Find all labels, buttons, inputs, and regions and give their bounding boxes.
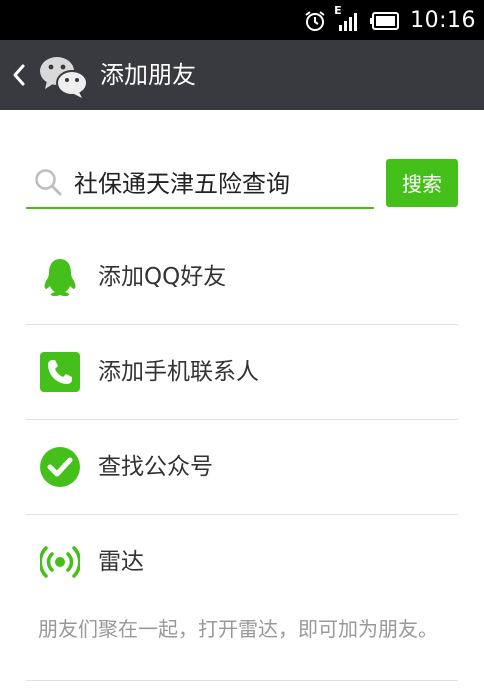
menu-item-radar[interactable]: 雷达 [26, 515, 458, 609]
wechat-logo-icon [40, 57, 88, 98]
alarm-icon [305, 11, 325, 31]
menu-item-label: 查找公众号 [98, 454, 213, 480]
action-bar: 添加朋友 [0, 40, 484, 110]
battery-icon [370, 12, 400, 30]
search-input[interactable] [74, 163, 370, 199]
divider [26, 680, 458, 681]
checkmark-circle-icon [40, 447, 80, 487]
search-icon [35, 169, 62, 196]
radar-description: 朋友们聚在一起，打开雷达，即可加为朋友。 [38, 617, 438, 641]
page-title: 添加朋友 [100, 61, 196, 89]
search-button[interactable]: 搜索 [386, 159, 458, 207]
back-chevron-icon[interactable] [10, 62, 28, 88]
menu-item-label: 雷达 [98, 549, 144, 575]
menu-item-find-official-accounts[interactable]: 查找公众号 [26, 420, 458, 515]
qq-penguin-icon [44, 259, 76, 297]
menu-item-label: 添加QQ好友 [98, 264, 227, 290]
menu-item-label: 添加手机联系人 [98, 359, 259, 385]
signal-icon [339, 13, 358, 31]
status-bar: E 10:16 [0, 0, 484, 40]
menu-item-add-qq-friend[interactable]: 添加QQ好友 [26, 230, 458, 325]
status-time: 10:16 [410, 8, 476, 33]
status-icons: E 10:16 [304, 5, 476, 36]
menu-item-add-phone-contacts[interactable]: 添加手机联系人 [26, 325, 458, 420]
radar-icon [40, 546, 80, 578]
phone-contact-icon [40, 352, 80, 392]
signal-indicator: E [334, 5, 360, 33]
search-field [26, 157, 374, 209]
